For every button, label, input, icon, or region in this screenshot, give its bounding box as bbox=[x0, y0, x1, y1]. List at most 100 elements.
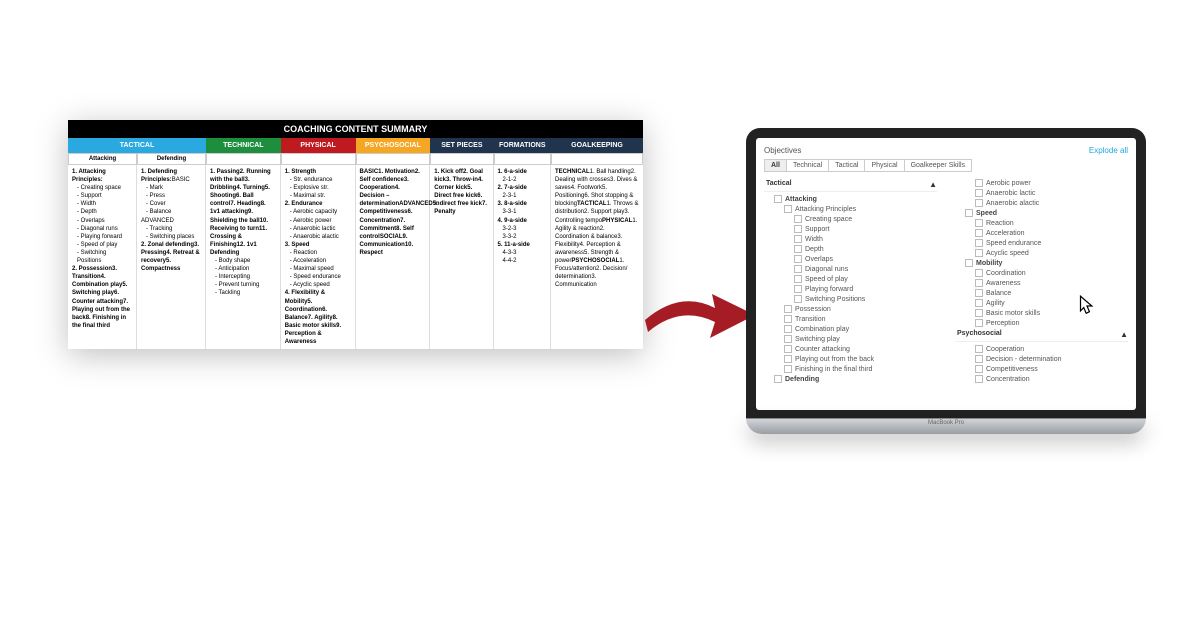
tree-item[interactable]: Aerobic power bbox=[955, 178, 1128, 188]
subhdr-defending: Defending bbox=[137, 153, 206, 165]
checkbox-icon[interactable] bbox=[975, 375, 983, 383]
checkbox-icon[interactable] bbox=[965, 259, 973, 267]
arrow-icon bbox=[640, 280, 760, 350]
hdr-psychosocial: PSYCHOSOCIAL bbox=[356, 138, 431, 153]
checkbox-icon[interactable] bbox=[784, 315, 792, 323]
checkbox-icon[interactable] bbox=[975, 299, 983, 307]
checkbox-icon[interactable] bbox=[975, 179, 983, 187]
tree-item[interactable]: Speed of play bbox=[764, 274, 937, 284]
tree-item[interactable]: Attacking bbox=[764, 194, 937, 204]
tree-item[interactable]: Anaerobic lactic bbox=[955, 188, 1128, 198]
checkbox-icon[interactable] bbox=[794, 255, 802, 263]
hdr-goalkeeping: GOALKEEPING bbox=[551, 138, 643, 153]
laptop-bezel: Objectives Explode all AllTechnicalTacti… bbox=[746, 128, 1146, 418]
checkbox-icon[interactable] bbox=[975, 319, 983, 327]
tree-item[interactable]: Agility bbox=[955, 298, 1128, 308]
tree-item[interactable]: Depth bbox=[764, 244, 937, 254]
tree-item[interactable]: Playing out from the back bbox=[764, 354, 937, 364]
tree-item[interactable]: Possession bbox=[764, 304, 937, 314]
tree-item[interactable]: Defending bbox=[764, 374, 937, 384]
checkbox-icon[interactable] bbox=[784, 205, 792, 213]
tree-item[interactable]: Overlaps bbox=[764, 254, 937, 264]
tree-group[interactable]: Tactical▲ bbox=[764, 178, 937, 192]
tree-item[interactable]: Mobility bbox=[955, 258, 1128, 268]
laptop-mockup: Objectives Explode all AllTechnicalTacti… bbox=[746, 128, 1146, 434]
checkbox-icon[interactable] bbox=[975, 249, 983, 257]
checkbox-icon[interactable] bbox=[794, 245, 802, 253]
checkbox-icon[interactable] bbox=[784, 345, 792, 353]
tab-goalkeeper skills[interactable]: Goalkeeper Skills bbox=[904, 159, 972, 172]
checkbox-icon[interactable] bbox=[784, 325, 792, 333]
checkbox-icon[interactable] bbox=[794, 265, 802, 273]
tree-item[interactable]: Acceleration bbox=[955, 228, 1128, 238]
tree-item[interactable]: Switching play bbox=[764, 334, 937, 344]
checkbox-icon[interactable] bbox=[975, 365, 983, 373]
tree-item[interactable]: Switching Positions bbox=[764, 294, 937, 304]
checkbox-icon[interactable] bbox=[794, 235, 802, 243]
tree-item[interactable]: Attacking Principles bbox=[764, 204, 937, 214]
checkbox-icon[interactable] bbox=[975, 279, 983, 287]
tree-item[interactable]: Competitiveness bbox=[955, 364, 1128, 374]
col-defending: 1. Defending Principles:BASIC- Mark- Pre… bbox=[137, 165, 206, 349]
tree-item[interactable]: Width bbox=[764, 234, 937, 244]
checkbox-icon[interactable] bbox=[975, 309, 983, 317]
tree-item[interactable]: Playing forward bbox=[764, 284, 937, 294]
hdr-tactical: TACTICAL bbox=[68, 138, 206, 153]
tree-item[interactable]: Reaction bbox=[955, 218, 1128, 228]
tree-item[interactable]: Basic motor skills bbox=[955, 308, 1128, 318]
tree-item[interactable]: Awareness bbox=[955, 278, 1128, 288]
checkbox-icon[interactable] bbox=[975, 269, 983, 277]
coaching-summary-sheet: COACHING CONTENT SUMMARY TACTICAL TECHNI… bbox=[68, 120, 643, 349]
explode-all-link[interactable]: Explode all bbox=[1089, 146, 1128, 155]
tab-technical[interactable]: Technical bbox=[786, 159, 828, 172]
checkbox-icon[interactable] bbox=[965, 209, 973, 217]
tree-item[interactable]: Finishing in the final third bbox=[764, 364, 937, 374]
col-attacking: 1. Attacking Principles:- Creating space… bbox=[68, 165, 137, 349]
checkbox-icon[interactable] bbox=[784, 335, 792, 343]
tree-item[interactable]: Acyclic speed bbox=[955, 248, 1128, 258]
checkbox-icon[interactable] bbox=[975, 199, 983, 207]
tree-item[interactable]: Anaerobic alactic bbox=[955, 198, 1128, 208]
tab-tactical[interactable]: Tactical bbox=[828, 159, 864, 172]
checkbox-icon[interactable] bbox=[794, 285, 802, 293]
tree-item[interactable]: Transition bbox=[764, 314, 937, 324]
hdr-formations: FORMATIONS bbox=[494, 138, 552, 153]
tree-right: Aerobic powerAnaerobic lacticAnaerobic a… bbox=[955, 178, 1128, 384]
tree-item[interactable]: Combination play bbox=[764, 324, 937, 334]
tab-all[interactable]: All bbox=[764, 159, 786, 172]
checkbox-icon[interactable] bbox=[975, 345, 983, 353]
tree-item[interactable]: Creating space bbox=[764, 214, 937, 224]
tree-item[interactable]: Concentration bbox=[955, 374, 1128, 384]
checkbox-icon[interactable] bbox=[784, 365, 792, 373]
hdr-technical: TECHNICAL bbox=[206, 138, 281, 153]
hdr-setpieces: SET PIECES bbox=[430, 138, 493, 153]
checkbox-icon[interactable] bbox=[774, 195, 782, 203]
tree-item[interactable]: Coordination bbox=[955, 268, 1128, 278]
checkbox-icon[interactable] bbox=[794, 215, 802, 223]
tree-item[interactable]: Perception bbox=[955, 318, 1128, 328]
checkbox-icon[interactable] bbox=[774, 375, 782, 383]
checkbox-icon[interactable] bbox=[794, 295, 802, 303]
checkbox-icon[interactable] bbox=[975, 289, 983, 297]
checkbox-icon[interactable] bbox=[975, 219, 983, 227]
checkbox-icon[interactable] bbox=[794, 225, 802, 233]
tree-item[interactable]: Decision - determination bbox=[955, 354, 1128, 364]
tab-physical[interactable]: Physical bbox=[864, 159, 903, 172]
tree-item[interactable]: Speed bbox=[955, 208, 1128, 218]
tree-item[interactable]: Counter attacking bbox=[764, 344, 937, 354]
tree-item[interactable]: Cooperation bbox=[955, 344, 1128, 354]
checkbox-icon[interactable] bbox=[794, 275, 802, 283]
tree-item[interactable]: Speed endurance bbox=[955, 238, 1128, 248]
tree-item[interactable]: Balance bbox=[955, 288, 1128, 298]
checkbox-icon[interactable] bbox=[975, 229, 983, 237]
tree-item[interactable]: Support bbox=[764, 224, 937, 234]
checkbox-icon[interactable] bbox=[975, 189, 983, 197]
tree-group[interactable]: Psychosocial▲ bbox=[955, 328, 1128, 342]
caret-up-icon: ▲ bbox=[929, 180, 937, 189]
checkbox-icon[interactable] bbox=[784, 355, 792, 363]
tree-item[interactable]: Diagonal runs bbox=[764, 264, 937, 274]
checkbox-icon[interactable] bbox=[975, 239, 983, 247]
col-formations: 1. 6-a-side2-1-22. 7-a-side2-3-13. 8-a-s… bbox=[494, 165, 552, 349]
checkbox-icon[interactable] bbox=[784, 305, 792, 313]
checkbox-icon[interactable] bbox=[975, 355, 983, 363]
